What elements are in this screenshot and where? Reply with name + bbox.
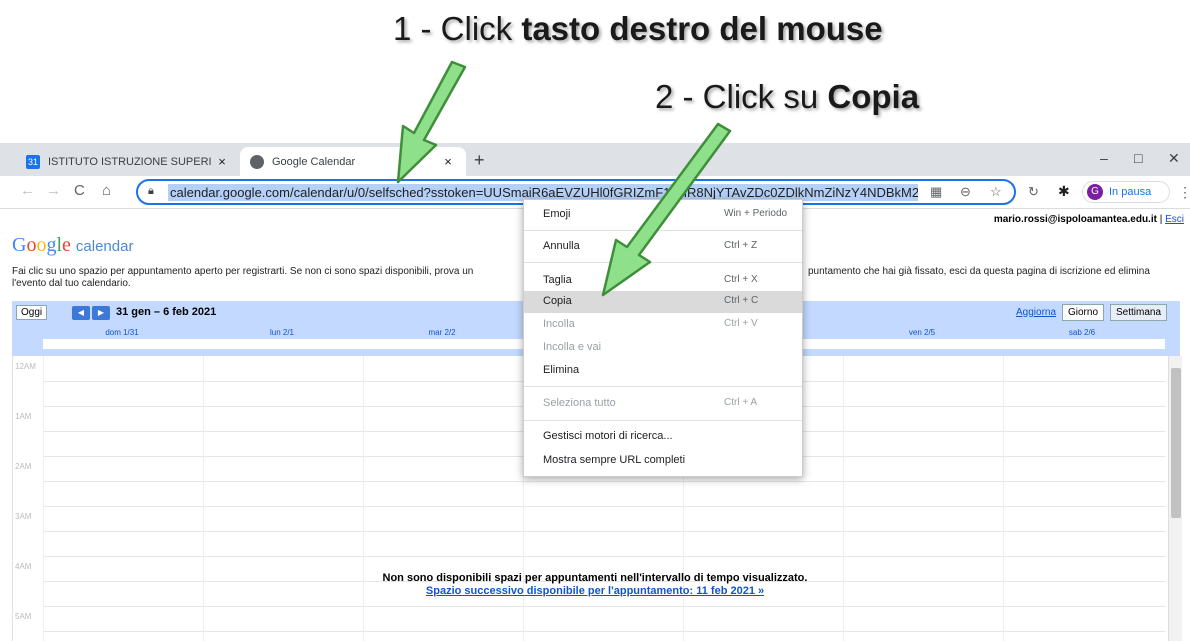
grid-line: [43, 556, 1165, 557]
qr-code-icon[interactable]: ▦: [930, 184, 942, 200]
menu-separator: [524, 262, 802, 263]
hour-label: 1AM: [15, 412, 32, 421]
next-slot-link[interactable]: Spazio successivo disponibile per l'appu…: [0, 585, 1190, 597]
reload-button[interactable]: C: [74, 182, 85, 199]
logout-link[interactable]: Esci: [1165, 214, 1184, 225]
puzzle-icon[interactable]: ✱: [1058, 183, 1070, 200]
scroll-thumb[interactable]: [1171, 368, 1181, 518]
back-button[interactable]: ←: [20, 182, 35, 199]
close-tab-icon[interactable]: ×: [438, 154, 458, 169]
new-tab-button[interactable]: +: [474, 150, 485, 171]
next-week-button[interactable]: ▶: [92, 306, 110, 320]
menu-item-emoji[interactable]: Emoji Win + Periodo: [524, 204, 802, 226]
google-calendar-logo[interactable]: Google calendar: [12, 234, 133, 257]
tab-google-calendar[interactable]: Google Calendar ×: [240, 147, 466, 176]
lock-icon[interactable]: 🔒︎: [148, 185, 154, 198]
extension-icon[interactable]: ↻: [1028, 184, 1039, 200]
zoom-icon[interactable]: ⊖: [960, 184, 971, 200]
grid-line: [43, 606, 1165, 607]
menu-item-mostra-url[interactable]: Mostra sempre URL completi: [524, 450, 802, 472]
day-header: mar 2/2: [428, 328, 456, 337]
menu-item-annulla[interactable]: Annulla Ctrl + Z: [524, 236, 802, 258]
hour-label: 3AM: [15, 512, 32, 521]
user-line: mario.rossi@ispoloamantea.edu.it | Esci: [994, 214, 1184, 225]
grid-scrollbar[interactable]: [1168, 356, 1182, 641]
minimize-button[interactable]: –: [1100, 150, 1108, 166]
refresh-link[interactable]: Aggiorna: [1016, 307, 1056, 318]
day-column-line: [1003, 356, 1004, 641]
tab-label: ISTITUTO ISTRUZIONE SUPERIOR: [48, 155, 212, 168]
day-header: lun 2/1: [269, 328, 295, 337]
no-slots-message: Non sono disponibili spazi per appuntame…: [382, 572, 808, 584]
day-view-button[interactable]: Giorno: [1062, 304, 1105, 321]
day-column-line: [843, 356, 844, 641]
home-button[interactable]: ⌂: [102, 182, 111, 199]
hour-label: 2AM: [15, 462, 32, 471]
today-button[interactable]: Oggi: [16, 305, 48, 320]
grid-line: [43, 481, 1165, 482]
close-window-button[interactable]: ✕: [1168, 150, 1180, 167]
menu-item-gestisci-motori[interactable]: Gestisci motori di ricerca...: [524, 426, 802, 448]
hour-label: 4AM: [15, 562, 32, 571]
screenshot: 1 - Click tasto destro del mouse 2 - Cli…: [0, 0, 1190, 641]
profile-status: In pausa: [1109, 186, 1152, 198]
day-column-line: [363, 356, 364, 641]
user-email: mario.rossi@ispoloamantea.edu.it: [993, 214, 1157, 225]
tab-strip: 31 ISTITUTO ISTRUZIONE SUPERIOR × Google…: [0, 143, 1190, 176]
forward-button[interactable]: →: [46, 182, 61, 199]
day-column-line: [43, 356, 44, 641]
calendar-favicon-icon: 31: [26, 154, 40, 169]
context-menu: Emoji Win + Periodo Annulla Ctrl + Z Tagli…: [523, 199, 803, 477]
hour-label: 5AM: [15, 612, 32, 621]
day-header: dom 1/31: [105, 328, 139, 337]
day-column-line: [203, 356, 204, 641]
menu-item-incolla-e-vai[interactable]: Incolla e vai: [524, 337, 802, 359]
maximize-button[interactable]: □: [1134, 150, 1142, 166]
grid-line: [43, 506, 1165, 507]
avatar: G: [1087, 184, 1103, 200]
step1-caption: 1 - Click tasto destro del mouse: [393, 10, 883, 47]
menu-separator: [524, 230, 802, 231]
profile-button[interactable]: G In pausa: [1082, 181, 1170, 203]
menu-separator: [524, 386, 802, 387]
google-wordmark: Google: [12, 234, 71, 256]
menu-item-incolla[interactable]: Incolla Ctrl + V: [524, 314, 802, 336]
tab-label: Google Calendar: [272, 155, 356, 168]
menu-item-taglia[interactable]: Taglia Ctrl + X: [524, 270, 802, 292]
date-range: 31 gen – 6 feb 2021: [116, 306, 217, 318]
calendar-wordmark: calendar: [75, 238, 134, 255]
more-menu-icon[interactable]: ⋮: [1178, 184, 1190, 201]
close-tab-icon[interactable]: ×: [212, 154, 232, 169]
grid-line: [43, 531, 1165, 532]
star-icon[interactable]: ☆: [990, 184, 1002, 200]
hour-label: 12AM: [15, 362, 36, 371]
separator: |: [1156, 214, 1166, 225]
menu-item-copia[interactable]: Copia Ctrl + C: [524, 291, 802, 313]
week-view-button[interactable]: Settimana: [1110, 304, 1168, 321]
previous-week-button[interactable]: ◀: [72, 306, 90, 320]
tab-istituto[interactable]: 31 ISTITUTO ISTRUZIONE SUPERIOR ×: [16, 147, 240, 176]
instructions-text-continued: puntamento che hai già fissato, esci da …: [808, 266, 1150, 277]
day-header: ven 2/5: [908, 328, 936, 337]
step2-caption: 2 - Click su Copia: [655, 78, 920, 115]
menu-item-elimina[interactable]: Elimina: [524, 360, 802, 382]
menu-item-seleziona-tutto[interactable]: Seleziona tutto Ctrl + A: [524, 393, 802, 415]
day-header: sab 2/6: [1068, 328, 1096, 337]
globe-favicon-icon: [250, 154, 264, 169]
grid-line: [43, 631, 1165, 632]
menu-separator: [524, 420, 802, 421]
instructions-text: Fai clic su uno spazio per appuntamento …: [12, 266, 474, 289]
